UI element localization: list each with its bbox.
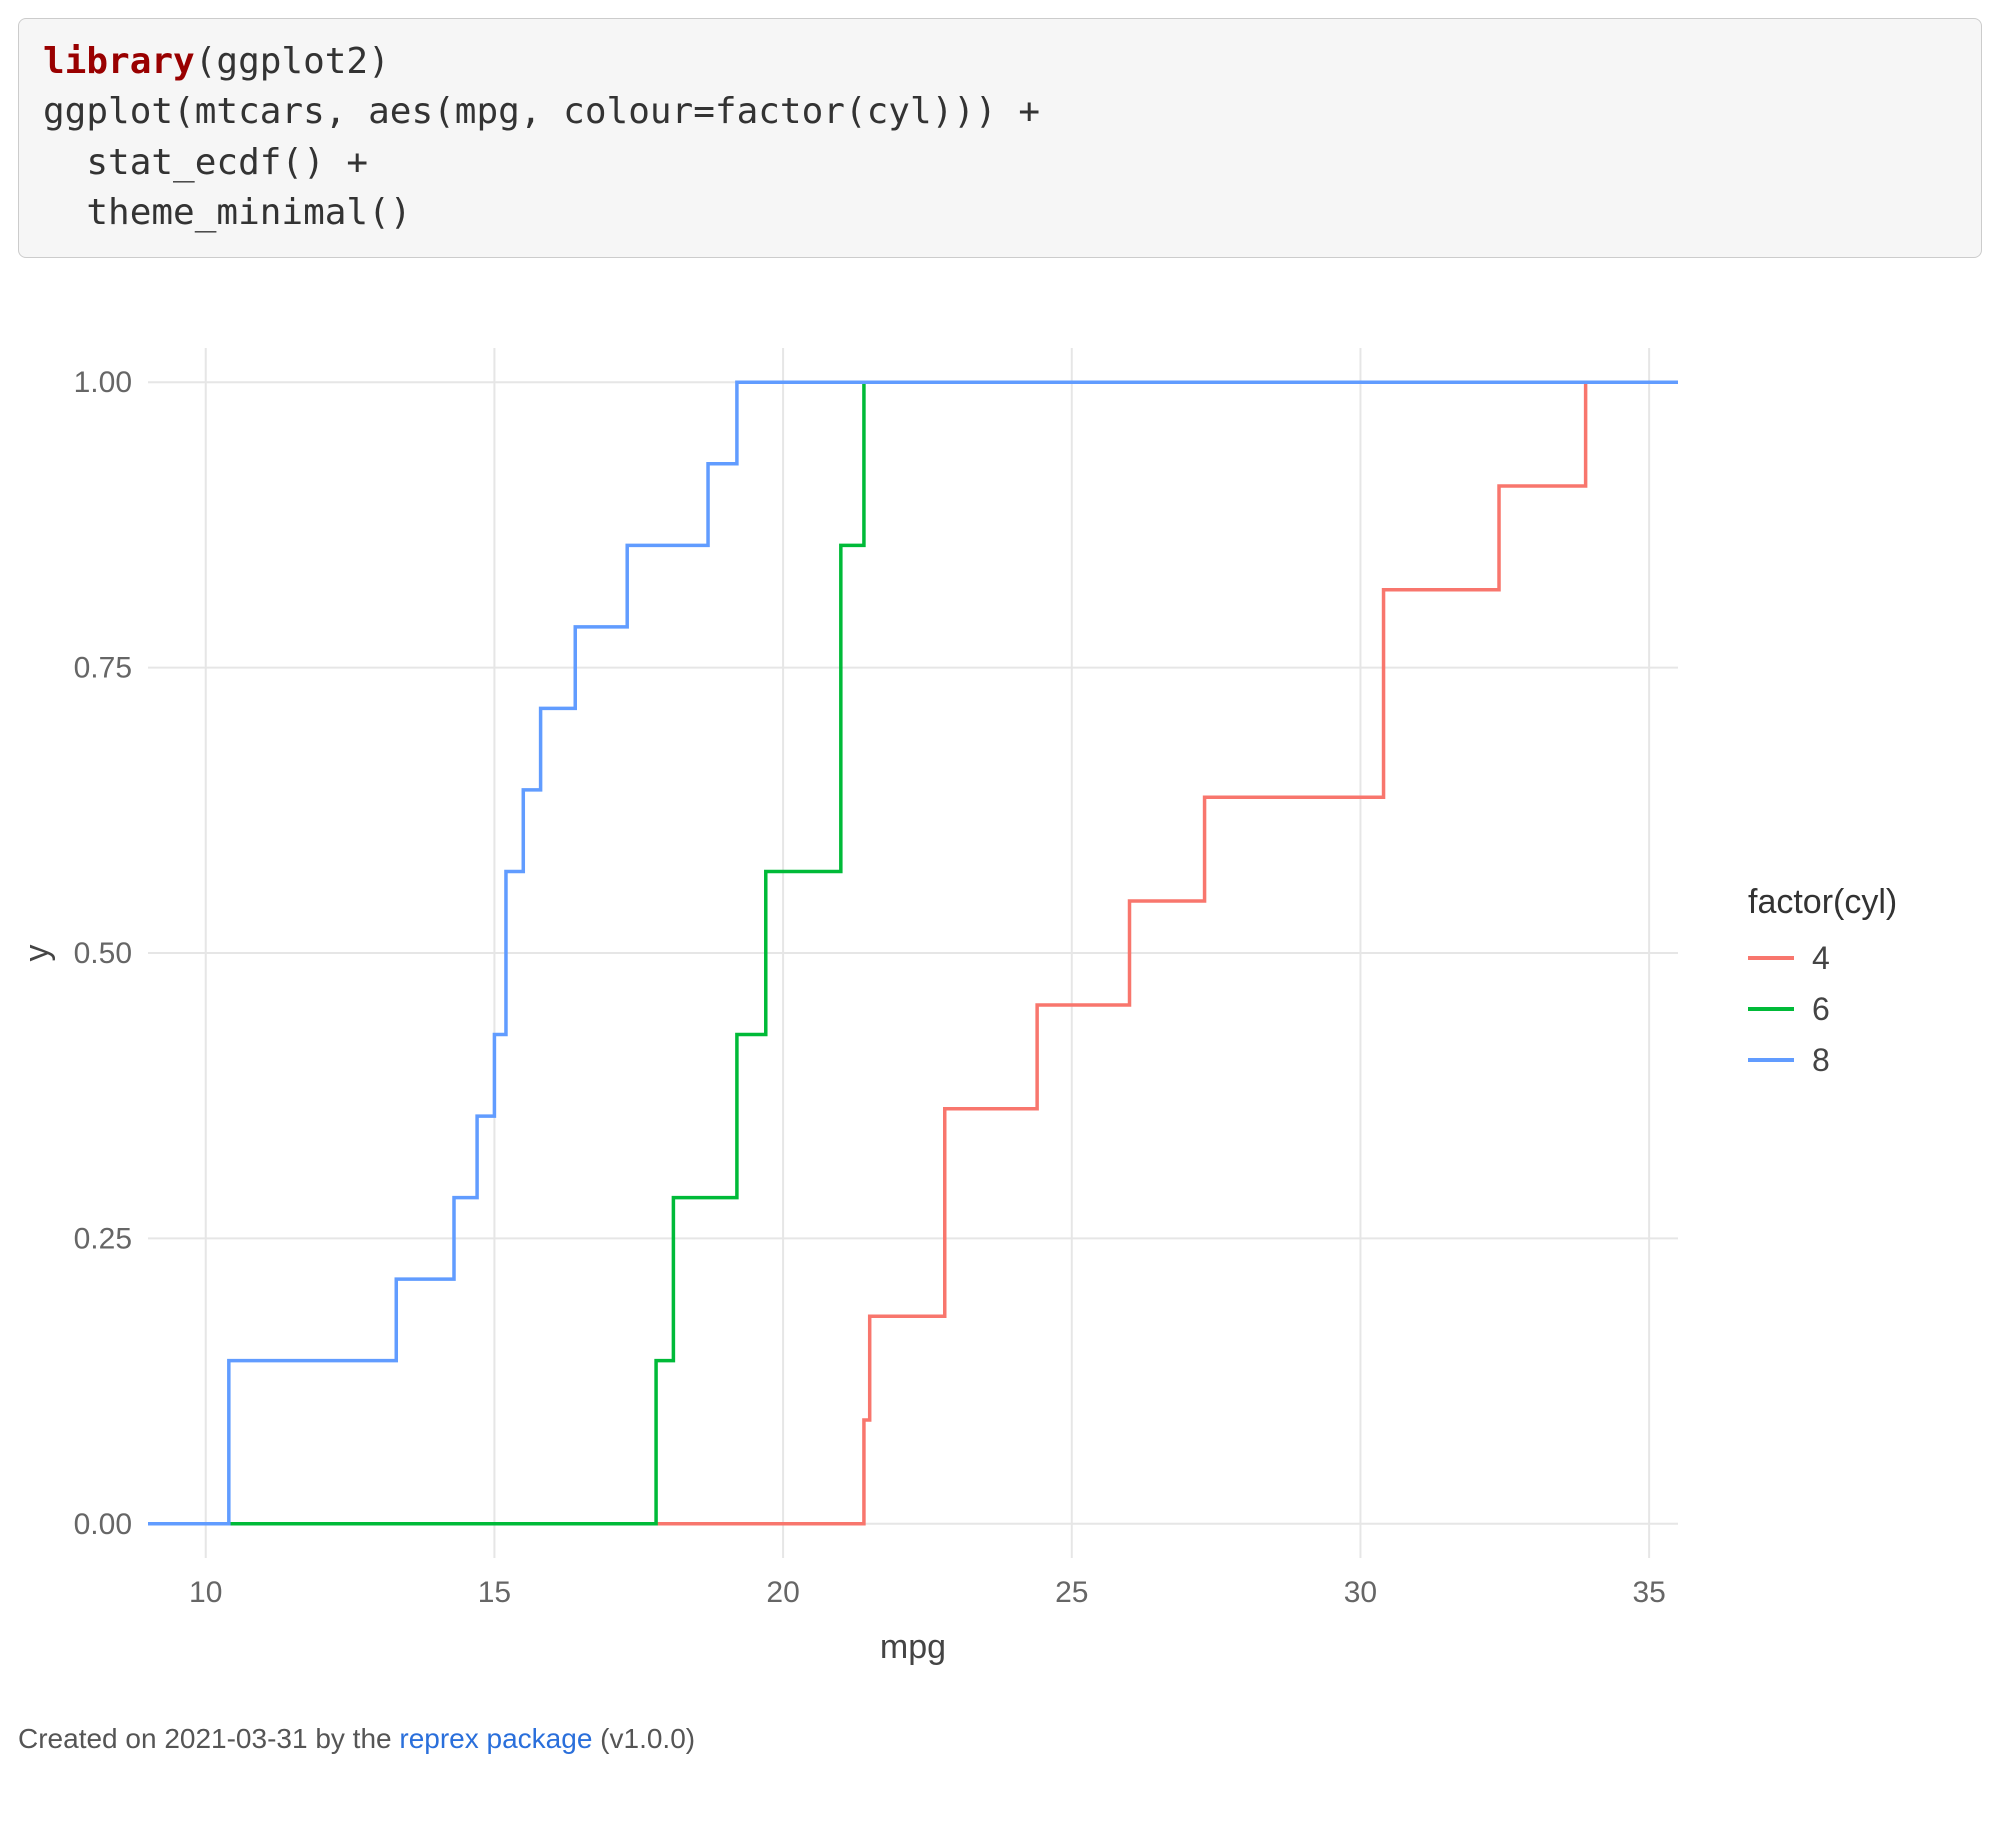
- legend-swatch: [1748, 956, 1794, 960]
- legend-label: 4: [1812, 940, 1830, 977]
- code-block: library(ggplot2) ggplot(mtcars, aes(mpg,…: [18, 18, 1982, 258]
- y-tick-label: 0.25: [74, 1222, 132, 1255]
- x-tick-label: 20: [766, 1576, 799, 1609]
- code-l4: theme_minimal(): [43, 192, 411, 233]
- chart-legend: factor(cyl) 4 6 8: [1748, 883, 1897, 1093]
- reprex-link[interactable]: reprex package: [399, 1723, 592, 1754]
- x-tick-label: 30: [1344, 1576, 1377, 1609]
- code-l2: ggplot(mtcars, aes(mpg, colour=factor(cy…: [43, 91, 1040, 132]
- legend-label: 8: [1812, 1042, 1830, 1079]
- y-tick-label: 0.50: [74, 937, 132, 970]
- x-tick-label: 10: [189, 1576, 222, 1609]
- legend-item-4: 4: [1748, 940, 1897, 977]
- legend-label: 6: [1812, 991, 1830, 1028]
- legend-swatch: [1748, 1007, 1794, 1011]
- code-keyword: library: [43, 41, 195, 82]
- x-tick-label: 35: [1632, 1576, 1665, 1609]
- y-tick-label: 0.00: [74, 1507, 132, 1540]
- code-l1-rest: (ggplot2): [195, 41, 390, 82]
- caption-suffix: (v1.0.0): [592, 1723, 695, 1754]
- code-l3: stat_ecdf() +: [43, 142, 368, 183]
- legend-item-8: 8: [1748, 1042, 1897, 1079]
- x-tick-label: 15: [478, 1576, 511, 1609]
- legend-title: factor(cyl): [1748, 883, 1897, 922]
- ecdf-chart: 0.00 0.25 0.50 0.75 1.00 10 15 20 25 30 35 mpg y: [18, 288, 1718, 1688]
- caption-prefix: Created on 2021-03-31 by the: [18, 1723, 399, 1754]
- legend-swatch: [1748, 1058, 1794, 1062]
- x-tick-label: 25: [1055, 1576, 1088, 1609]
- y-tick-label: 0.75: [74, 651, 132, 684]
- y-tick-label: 1.00: [74, 366, 132, 399]
- reprex-caption: Created on 2021-03-31 by the reprex pack…: [18, 1723, 1982, 1755]
- x-axis-label: mpg: [880, 1628, 946, 1666]
- legend-item-6: 6: [1748, 991, 1897, 1028]
- y-axis-label: y: [18, 944, 56, 961]
